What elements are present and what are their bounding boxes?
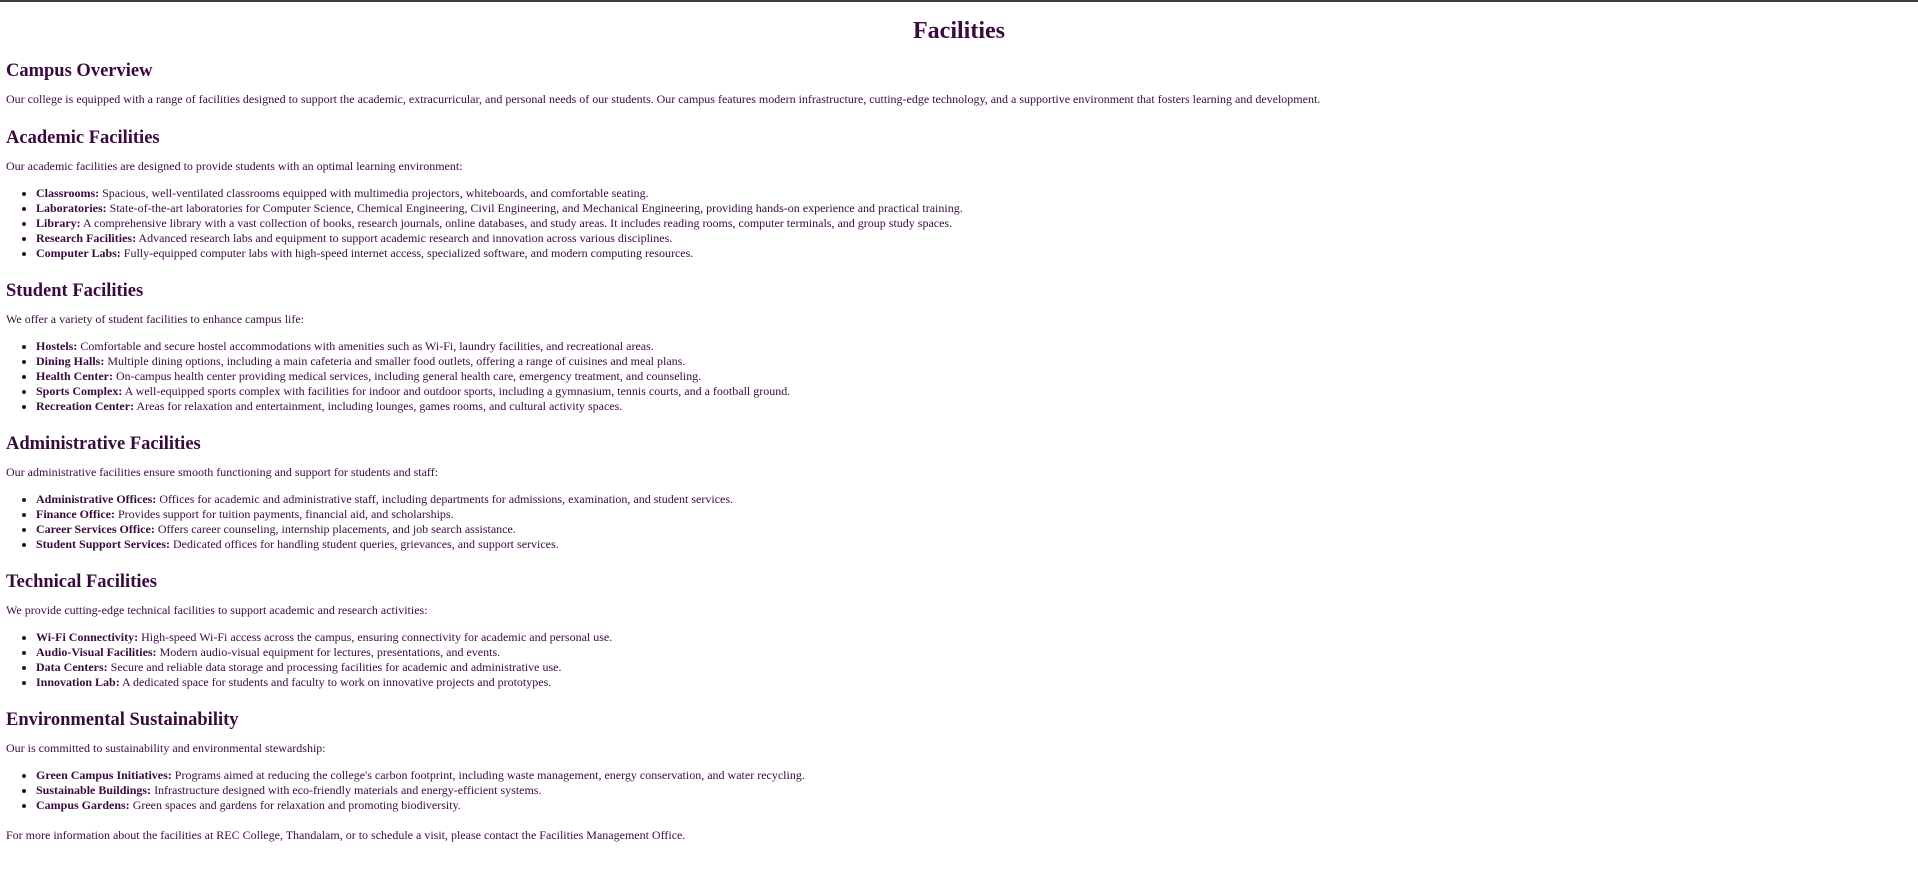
footer-contact-note: For more information about the facilitie… xyxy=(6,828,686,842)
list-item: Library: A comprehensive library with a … xyxy=(36,216,963,231)
section-student-facilities: Student Facilities We offer a variety of… xyxy=(6,279,1912,413)
section-intro: Our academic facilities are designed to … xyxy=(6,159,463,173)
section-technical-facilities: Technical Facilities We provide cutting-… xyxy=(6,570,1912,689)
list-item: Sports Complex: A well-equipped sports c… xyxy=(36,384,790,399)
item-text: Provides support for tuition payments, f… xyxy=(114,507,454,521)
item-term: Campus Gardens: xyxy=(36,798,130,812)
section-heading: Academic Facilities xyxy=(6,128,160,148)
item-text: A comprehensive library with a vast coll… xyxy=(80,216,953,230)
item-text: Green spaces and gardens for relaxation … xyxy=(129,798,461,812)
section-heading: Administrative Facilities xyxy=(6,434,201,454)
item-term: Health Center: xyxy=(36,369,113,383)
item-text: State-of-the-art laboratories for Comput… xyxy=(106,201,963,215)
list-item: Laboratories: State-of-the-art laborator… xyxy=(36,201,963,216)
section-intro: Our administrative facilities ensure smo… xyxy=(6,465,439,479)
item-term: Sustainable Buildings: xyxy=(36,783,152,797)
item-term: Audio-Visual Facilities: xyxy=(36,645,157,659)
item-text: High-speed Wi-Fi access across the campu… xyxy=(138,630,613,644)
item-term: Innovation Lab: xyxy=(36,675,120,689)
item-text: Offices for academic and administrative … xyxy=(156,492,734,506)
item-text: Programs aimed at reducing the college's… xyxy=(171,768,805,782)
item-term: Laboratories: xyxy=(36,201,107,215)
top-border xyxy=(0,0,1918,2)
list-item: Innovation Lab: A dedicated space for st… xyxy=(36,675,612,690)
item-text: Multiple dining options, including a mai… xyxy=(104,354,686,368)
academic-list: Classrooms: Spacious, well-ventilated cl… xyxy=(6,186,963,261)
item-term: Library: xyxy=(36,216,81,230)
item-text: Advanced research labs and equipment to … xyxy=(136,231,673,245)
list-item: Finance Office: Provides support for tui… xyxy=(36,507,733,522)
administrative-list: Administrative Offices: Offices for acad… xyxy=(6,492,733,552)
list-item: Sustainable Buildings: Infrastructure de… xyxy=(36,783,805,798)
item-term: Wi-Fi Connectivity: xyxy=(36,630,139,644)
item-text: Dedicated offices for handling student q… xyxy=(170,537,559,551)
item-text: Areas for relaxation and entertainment, … xyxy=(134,399,623,413)
item-text: Infrastructure designed with eco-friendl… xyxy=(151,783,542,797)
item-text: Secure and reliable data storage and pro… xyxy=(107,660,562,674)
technical-list: Wi-Fi Connectivity: High-speed Wi-Fi acc… xyxy=(6,630,612,690)
section-environmental-sustainability: Environmental Sustainability Our is comm… xyxy=(6,708,1912,812)
list-item: Research Facilities: Advanced research l… xyxy=(36,231,963,246)
section-heading: Student Facilities xyxy=(6,281,144,301)
list-item: Computer Labs: Fully-equipped computer l… xyxy=(36,246,963,261)
list-item: Campus Gardens: Green spaces and gardens… xyxy=(36,798,805,813)
item-term: Sports Complex: xyxy=(36,384,123,398)
item-text: Spacious, well-ventilated classrooms equ… xyxy=(99,186,649,200)
section-intro: Our is committed to sustainability and e… xyxy=(6,741,326,755)
item-text: A well-equipped sports complex with faci… xyxy=(122,384,791,398)
item-text: Modern audio-visual equipment for lectur… xyxy=(156,645,501,659)
section-campus-overview: Campus Overview Our college is equipped … xyxy=(6,59,1912,106)
list-item: Health Center: On-campus health center p… xyxy=(36,369,790,384)
list-item: Administrative Offices: Offices for acad… xyxy=(36,492,733,507)
section-intro: We provide cutting-edge technical facili… xyxy=(6,603,428,617)
section-academic-facilities: Academic Facilities Our academic facilit… xyxy=(6,126,1912,260)
student-list: Hostels: Comfortable and secure hostel a… xyxy=(6,339,790,414)
list-item: Wi-Fi Connectivity: High-speed Wi-Fi acc… xyxy=(36,630,612,645)
item-term: Administrative Offices: xyxy=(36,492,157,506)
list-item: Classrooms: Spacious, well-ventilated cl… xyxy=(36,186,963,201)
page-title: Facilities xyxy=(913,18,1005,44)
list-item: Data Centers: Secure and reliable data s… xyxy=(36,660,612,675)
section-intro: We offer a variety of student facilities… xyxy=(6,312,305,326)
item-text: Fully-equipped computer labs with high-s… xyxy=(120,246,694,260)
list-item: Dining Halls: Multiple dining options, i… xyxy=(36,354,790,369)
item-term: Research Facilities: xyxy=(36,231,137,245)
section-administrative-facilities: Administrative Facilities Our administra… xyxy=(6,432,1912,551)
item-term: Dining Halls: xyxy=(36,354,105,368)
list-item: Hostels: Comfortable and secure hostel a… xyxy=(36,339,790,354)
item-term: Computer Labs: xyxy=(36,246,121,260)
list-item: Audio-Visual Facilities: Modern audio-vi… xyxy=(36,645,612,660)
item-term: Data Centers: xyxy=(36,660,108,674)
item-term: Green Campus Initiatives: xyxy=(36,768,172,782)
item-text: Offers career counseling, internship pla… xyxy=(154,522,516,536)
section-heading: Environmental Sustainability xyxy=(6,710,239,730)
section-intro: Our college is equipped with a range of … xyxy=(6,92,1321,106)
environment-list: Green Campus Initiatives: Programs aimed… xyxy=(6,768,805,813)
item-text: A dedicated space for students and facul… xyxy=(119,675,552,689)
item-text: Comfortable and secure hostel accommodat… xyxy=(77,339,654,353)
item-term: Hostels: xyxy=(36,339,78,353)
section-heading: Campus Overview xyxy=(6,61,153,81)
item-term: Finance Office: xyxy=(36,507,115,521)
item-term: Student Support Services: xyxy=(36,537,171,551)
list-item: Career Services Office: Offers career co… xyxy=(36,522,733,537)
item-term: Recreation Center: xyxy=(36,399,135,413)
item-term: Classrooms: xyxy=(36,186,100,200)
list-item: Student Support Services: Dedicated offi… xyxy=(36,537,733,552)
list-item: Recreation Center: Areas for relaxation … xyxy=(36,399,790,414)
item-text: On-campus health center providing medica… xyxy=(112,369,702,383)
item-term: Career Services Office: xyxy=(36,522,155,536)
section-heading: Technical Facilities xyxy=(6,572,157,592)
list-item: Green Campus Initiatives: Programs aimed… xyxy=(36,768,805,783)
